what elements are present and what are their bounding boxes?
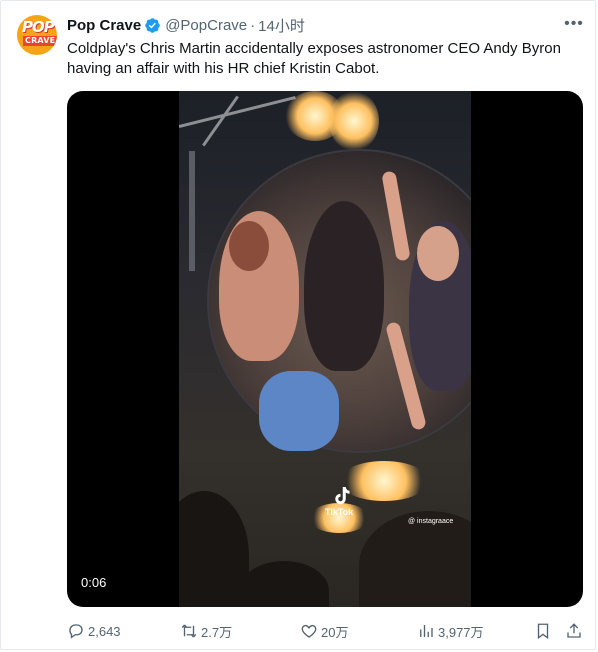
- tweet-text: Coldplay's Chris Martin accidentally exp…: [67, 40, 561, 77]
- crowd-silhouette: [359, 511, 471, 607]
- share-button[interactable]: [565, 621, 586, 641]
- video-duration: 0:06: [81, 575, 107, 590]
- person-silhouette: [304, 201, 384, 371]
- stage-truss: [179, 96, 296, 128]
- crowd-silhouette: [239, 561, 329, 607]
- avatar[interactable]: POP CRAVE: [17, 15, 57, 55]
- pop-crave-logo: POP CRAVE: [20, 18, 57, 52]
- action-bar: 2,643 2.7万 20万 3,977万: [67, 621, 583, 641]
- views-icon: [420, 625, 433, 637]
- author-handle[interactable]: @PopCrave: [165, 17, 247, 34]
- verified-badge-icon: [145, 17, 160, 33]
- author-name[interactable]: Pop Crave: [67, 17, 141, 34]
- like-count: 20万: [321, 624, 349, 640]
- person-silhouette: [417, 226, 459, 281]
- repost-button[interactable]: 2.7万: [180, 621, 232, 641]
- raised-arm: [381, 170, 411, 262]
- stage-light: [329, 91, 379, 151]
- tiktok-watermark: TikTok: [325, 486, 371, 518]
- stage-truss: [189, 151, 195, 271]
- like-icon: [301, 624, 317, 638]
- reply-count: 2,643: [88, 623, 121, 639]
- stage-truss: [202, 95, 239, 147]
- repost-icon: [181, 624, 197, 638]
- bookmark-icon: [537, 623, 549, 640]
- bookmark-button[interactable]: [534, 621, 555, 641]
- tiktok-brand: TikTok: [325, 507, 354, 517]
- reply-icon: [69, 624, 83, 639]
- video-frame: [179, 91, 471, 607]
- logo-bottom-text: CRAVE: [23, 36, 57, 46]
- views-count: 3,977万: [438, 624, 484, 640]
- video-player[interactable]: TikTok @ instagraace 0:06: [67, 91, 583, 607]
- tweet-header: Pop Crave @PopCrave · 14小时: [67, 15, 305, 35]
- person-silhouette: [259, 371, 339, 451]
- tiktok-username: @ instagraace: [408, 518, 454, 525]
- separator-dot: ·: [250, 16, 256, 34]
- person-silhouette: [229, 221, 269, 271]
- logo-top-text: POP: [22, 18, 55, 36]
- tweet-time[interactable]: 14小时: [258, 15, 305, 36]
- jumbotron-screen: [207, 149, 471, 453]
- repost-count: 2.7万: [201, 624, 233, 640]
- like-button[interactable]: 20万: [300, 621, 348, 641]
- tiktok-logo-icon: [335, 487, 350, 505]
- more-options-icon[interactable]: •••: [563, 15, 585, 35]
- reply-button[interactable]: 2,643: [67, 621, 121, 641]
- tweet-card[interactable]: POP CRAVE Pop Crave @PopCrave · 14小时 •••…: [0, 0, 596, 650]
- share-icon: [567, 623, 581, 638]
- views-button[interactable]: 3,977万: [417, 621, 484, 641]
